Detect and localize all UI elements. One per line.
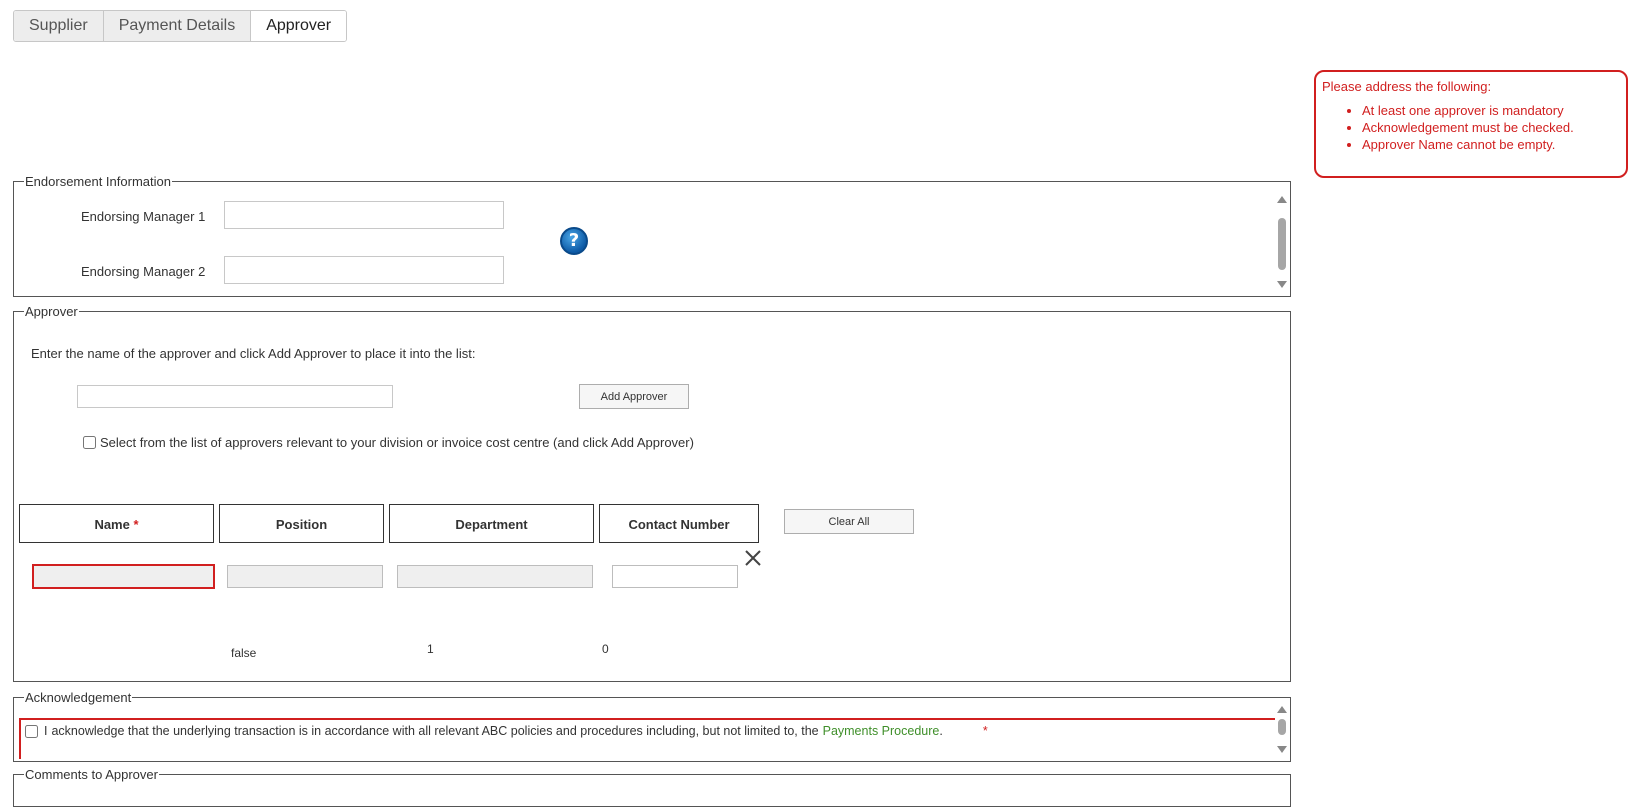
validation-heading: Please address the following: bbox=[1322, 79, 1492, 94]
tab-payment-details[interactable]: Payment Details bbox=[103, 11, 252, 41]
acknowledgement-suffix: . bbox=[939, 724, 943, 738]
acknowledgement-prefix: I bbox=[44, 724, 48, 738]
column-header-department: Department bbox=[389, 504, 594, 543]
hidden-index-value: 0 bbox=[602, 642, 609, 656]
acknowledgement-row: I acknowledge that the underlying transa… bbox=[19, 718, 1275, 759]
hidden-count-value: 1 bbox=[427, 642, 434, 656]
column-header-name-text: Name bbox=[94, 517, 130, 532]
comments-section: Comments to Approver bbox=[13, 767, 1291, 807]
endorsing-manager-1-label: Endorsing Manager 1 bbox=[81, 209, 206, 224]
approver-instruction: Enter the name of the approver and click… bbox=[31, 346, 476, 361]
acknowledgement-required-marker: * bbox=[982, 724, 988, 738]
hidden-flag-value: false bbox=[231, 646, 257, 660]
acknowledgement-text: acknowledge that the underlying transact… bbox=[51, 724, 819, 738]
scroll-down-arrow-icon[interactable] bbox=[1277, 746, 1287, 753]
scroll-thumb[interactable] bbox=[1278, 719, 1286, 735]
validation-error: Approver Name cannot be empty. bbox=[1362, 136, 1620, 153]
endorsement-legend: Endorsement Information bbox=[25, 174, 171, 189]
approver-row-name-input[interactable] bbox=[32, 564, 215, 589]
validation-error: At least one approver is mandatory bbox=[1362, 102, 1620, 119]
scroll-down-arrow-icon[interactable] bbox=[1277, 281, 1287, 288]
validation-error: Acknowledgement must be checked. bbox=[1362, 119, 1620, 136]
approver-legend: Approver bbox=[25, 304, 78, 319]
payments-procedure-link[interactable]: Payments Procedure bbox=[823, 724, 940, 738]
approver-row-department-input bbox=[397, 565, 593, 588]
select-from-list-label: Select from the list of approvers releva… bbox=[100, 435, 694, 450]
acknowledgement-checkbox[interactable] bbox=[25, 724, 38, 738]
endorsing-manager-2-input[interactable] bbox=[224, 256, 504, 284]
select-from-list-row[interactable]: Select from the list of approvers releva… bbox=[83, 435, 694, 450]
endorsing-manager-1-input[interactable] bbox=[224, 201, 504, 229]
comments-legend: Comments to Approver bbox=[25, 767, 158, 782]
scroll-up-arrow-icon[interactable] bbox=[1277, 196, 1287, 203]
column-header-contact-number: Contact Number bbox=[599, 504, 759, 543]
acknowledgement-scrollbar[interactable] bbox=[1276, 706, 1288, 753]
remove-row-close-icon[interactable] bbox=[744, 549, 762, 567]
acknowledgement-legend: Acknowledgement bbox=[25, 690, 132, 705]
add-approver-button[interactable]: Add Approver bbox=[579, 384, 689, 409]
tab-strip: Supplier Payment Details Approver bbox=[13, 10, 348, 42]
endorsement-scrollbar[interactable] bbox=[1276, 196, 1288, 288]
column-header-name: Name * bbox=[19, 504, 214, 543]
approver-name-input[interactable] bbox=[77, 385, 393, 408]
approver-row-position-input bbox=[227, 565, 383, 588]
column-header-position: Position bbox=[219, 504, 384, 543]
tab-approver[interactable]: Approver bbox=[251, 11, 347, 41]
approver-row-contact-input[interactable] bbox=[612, 565, 738, 588]
acknowledgement-label[interactable]: I acknowledge that the underlying transa… bbox=[25, 724, 988, 738]
required-marker: * bbox=[133, 517, 139, 532]
tab-supplier[interactable]: Supplier bbox=[14, 11, 104, 41]
clear-all-button[interactable]: Clear All bbox=[784, 509, 914, 534]
endorsing-manager-2-label: Endorsing Manager 2 bbox=[81, 264, 206, 279]
validation-summary: Please address the following: At least o… bbox=[1314, 70, 1628, 178]
scroll-up-arrow-icon[interactable] bbox=[1277, 706, 1287, 713]
help-icon[interactable]: ? bbox=[560, 227, 588, 255]
validation-error-list: At least one approver is mandatory Ackno… bbox=[1322, 102, 1620, 153]
select-from-list-checkbox[interactable] bbox=[83, 436, 96, 449]
scroll-thumb[interactable] bbox=[1278, 218, 1286, 270]
